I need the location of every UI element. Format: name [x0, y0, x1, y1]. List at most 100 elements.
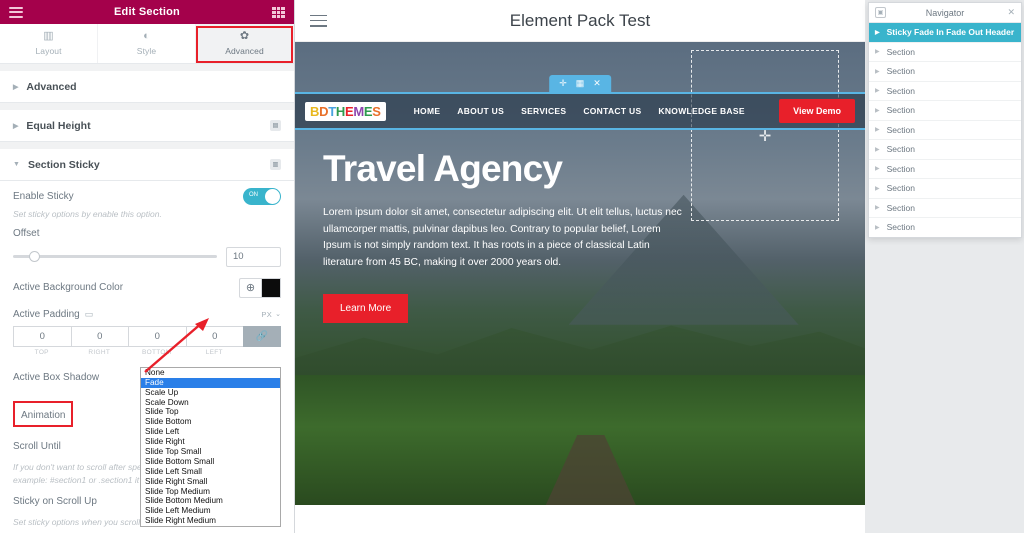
- chevron-right-icon: ▶: [13, 122, 19, 130]
- tab-layout[interactable]: ▥ Layout: [0, 24, 98, 63]
- animation-option[interactable]: Slide Left: [141, 427, 280, 437]
- navigator-item[interactable]: ▶ Section: [869, 101, 1021, 121]
- divider: [0, 142, 294, 149]
- control-enable-sticky: Enable Sticky ON Set sticky options by e…: [0, 181, 294, 221]
- globe-icon[interactable]: ⊕: [239, 277, 261, 298]
- view-demo-button[interactable]: View Demo: [779, 99, 855, 123]
- animation-option[interactable]: Slide Left Small: [141, 467, 280, 477]
- contrast-icon: ◐: [143, 30, 150, 42]
- close-icon[interactable]: ✕: [1007, 7, 1015, 18]
- hamburger-icon[interactable]: [310, 14, 327, 27]
- hero-content: Travel Agency Lorem ipsum dolor sit amet…: [323, 150, 683, 323]
- chevron-right-icon[interactable]: ▶: [875, 48, 880, 55]
- nav-link-contact-us[interactable]: CONTACT US: [583, 106, 641, 116]
- unit-caret-icon[interactable]: ⌄: [275, 310, 281, 318]
- link-icon[interactable]: 🔗: [243, 325, 281, 347]
- site-header-section[interactable]: BDTHEMES HOME ABOUT US SERVICES CONTACT …: [295, 92, 865, 130]
- offset-slider[interactable]: [13, 251, 217, 263]
- animation-option[interactable]: Slide Bottom: [141, 417, 280, 427]
- dock-icon[interactable]: ▣: [875, 7, 886, 18]
- nav-link-home[interactable]: HOME: [414, 106, 441, 116]
- navigator-list: ▶ Sticky Fade In Fade Out Header ▶ Section ▶…: [869, 23, 1021, 237]
- chevron-right-icon[interactable]: ▶: [875, 107, 880, 114]
- plus-icon[interactable]: ✛: [559, 79, 567, 88]
- learn-more-button[interactable]: Learn More: [323, 293, 409, 323]
- navigator-item[interactable]: ▶ Section: [869, 199, 1021, 218]
- animation-option[interactable]: Slide Bottom Medium: [141, 497, 280, 507]
- navigator-item[interactable]: ▶ Section: [869, 62, 1021, 82]
- animation-option[interactable]: Slide Top Medium: [141, 487, 280, 497]
- padding-bottom-input[interactable]: 0: [128, 325, 186, 347]
- logo-letter: S: [372, 103, 381, 119]
- chevron-right-icon[interactable]: ▶: [875, 87, 880, 94]
- tab-layout-label: Layout: [35, 46, 62, 56]
- bdthemes-logo[interactable]: BDTHEMES: [305, 101, 386, 121]
- offset-slider-handle[interactable]: [29, 251, 41, 263]
- logo-letter: D: [319, 103, 329, 119]
- navigator-item[interactable]: ▶ Section: [869, 140, 1021, 160]
- chevron-down-icon: ▼: [13, 161, 20, 168]
- animation-option[interactable]: Slide Right: [141, 437, 280, 447]
- chevron-right-icon[interactable]: ▶: [875, 204, 880, 211]
- grid-icon[interactable]: ▦: [576, 79, 585, 88]
- nav-link-services[interactable]: SERVICES: [521, 106, 566, 116]
- chevron-right-icon[interactable]: ▶: [875, 146, 880, 153]
- chevron-right-icon[interactable]: ▶: [875, 68, 880, 75]
- chevron-right-icon[interactable]: ▶: [875, 224, 880, 231]
- navigator-item[interactable]: ▶ Section: [869, 82, 1021, 101]
- nav-link-knowledge-base[interactable]: KNOWLEDGE BASE: [658, 106, 744, 116]
- section-edit-handle[interactable]: ✛ ▦ ✕: [549, 75, 611, 92]
- navigator-item-label: Section: [886, 124, 915, 135]
- animation-option[interactable]: Slide Top Small: [141, 447, 280, 457]
- offset-input[interactable]: 10: [226, 246, 281, 267]
- animation-dropdown-list[interactable]: None Fade Scale Up Scale Down Slide Top Slide…: [140, 367, 281, 527]
- navigator-item[interactable]: ▶ Section: [869, 179, 1021, 199]
- navigator-item[interactable]: ▶ Section: [869, 43, 1021, 62]
- tab-style[interactable]: ◐ Style: [98, 24, 196, 63]
- animation-option[interactable]: Fade: [141, 377, 280, 388]
- tab-advanced[interactable]: ✿ Advanced: [196, 24, 294, 63]
- animation-option[interactable]: Slide Left Medium: [141, 506, 280, 516]
- empty-column-placeholder[interactable]: ✛: [691, 50, 839, 221]
- padding-left-input[interactable]: 0: [185, 325, 243, 347]
- navigator-item[interactable]: ▶ Section: [869, 218, 1021, 237]
- chevron-right-icon[interactable]: ▶: [875, 165, 880, 172]
- grid-icon[interactable]: [272, 6, 285, 18]
- chevron-right-icon[interactable]: ▶: [875, 29, 880, 36]
- section-equal-height[interactable]: ▶ Equal Height ▤: [0, 110, 294, 142]
- desktop-icon[interactable]: ▭: [85, 309, 94, 320]
- hero-section: ✛ ▦ ✕ BDTHEMES HOME ABOUT US SERVICES CO…: [295, 42, 865, 505]
- navigator-item-label: Section: [886, 144, 915, 155]
- enable-sticky-toggle[interactable]: ON: [243, 188, 281, 205]
- animation-option[interactable]: Scale Down: [141, 398, 280, 408]
- navigator-item-label: Section: [886, 46, 915, 57]
- chevron-right-icon[interactable]: ▶: [875, 185, 880, 192]
- animation-option[interactable]: None: [141, 368, 280, 378]
- logo-letter: H: [335, 103, 345, 119]
- section-sticky[interactable]: ▼ Section Sticky ▥: [0, 149, 294, 181]
- color-swatch[interactable]: [261, 277, 281, 298]
- section-equal-height-label: Equal Height: [26, 119, 91, 132]
- tab-advanced-label: Advanced: [225, 46, 264, 56]
- columns-icon: ▥: [43, 30, 54, 42]
- animation-option[interactable]: Slide Right Medium: [141, 516, 280, 526]
- padding-top-input[interactable]: 0: [13, 325, 71, 347]
- control-position: Position By default, the element sticks …: [0, 529, 294, 533]
- navigator-item[interactable]: ▶ Section: [869, 160, 1021, 179]
- close-icon[interactable]: ✕: [593, 79, 601, 88]
- nav-link-about-us[interactable]: ABOUT US: [457, 106, 504, 116]
- navigator-item[interactable]: ▶ Section: [869, 121, 1021, 140]
- chevron-right-icon: ▶: [13, 83, 19, 91]
- animation-option[interactable]: Slide Right Small: [141, 477, 280, 487]
- animation-option[interactable]: Scale Up: [141, 388, 280, 398]
- navigator-item-active[interactable]: ▶ Sticky Fade In Fade Out Header: [869, 23, 1021, 43]
- animation-option[interactable]: Slide Top: [141, 408, 280, 418]
- padding-unit[interactable]: PX: [261, 310, 272, 319]
- padding-right-input[interactable]: 0: [70, 325, 128, 347]
- page-title: Edit Section: [114, 6, 180, 18]
- chevron-right-icon[interactable]: ▶: [875, 126, 880, 133]
- divider: [0, 64, 294, 71]
- section-advanced[interactable]: ▶ Advanced: [0, 71, 294, 103]
- hamburger-icon[interactable]: [9, 6, 23, 18]
- animation-option[interactable]: Slide Bottom Small: [141, 457, 280, 467]
